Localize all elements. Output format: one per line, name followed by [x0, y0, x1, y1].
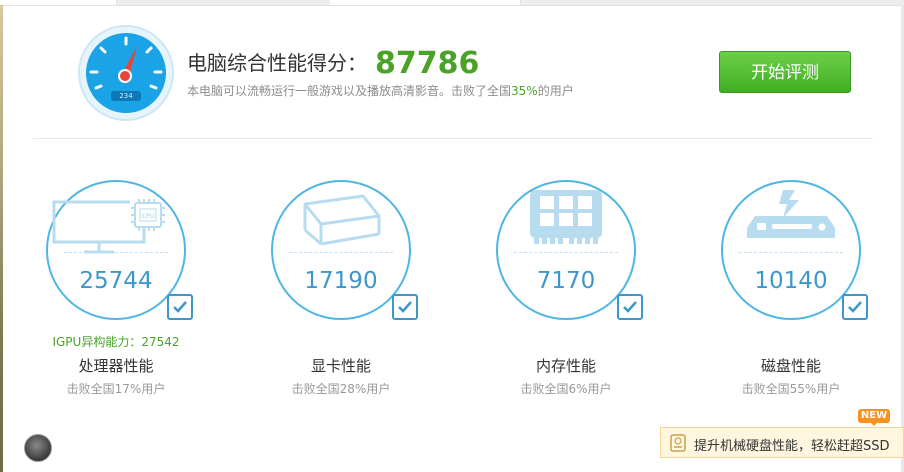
- desc-suffix: 的用户: [537, 84, 574, 98]
- memory-score-ring: 7170: [496, 180, 636, 320]
- gauge-readout: 234: [119, 92, 133, 100]
- memory-checked-checkbox[interactable]: [617, 294, 643, 320]
- total-score: 87786: [375, 46, 480, 81]
- igpu-score: IGPU异构能力：27542: [52, 335, 180, 349]
- checkmark-icon: [173, 301, 187, 313]
- gpu-score-ring: 17190: [271, 180, 411, 320]
- disk-performance-card: 10140 磁盘性能 击败全国55%用户: [701, 180, 881, 400]
- gpu-rank: 击败全国28%用户: [291, 382, 391, 396]
- memory-performance-card: 7170 内存性能 击败全国6%用户: [476, 180, 656, 400]
- cpu-rank: 击败全国17%用户: [66, 382, 166, 396]
- speedometer-icon: 234: [76, 24, 176, 122]
- svg-text:CPU: CPU: [142, 213, 154, 220]
- disk-rank: 击败全国55%用户: [741, 382, 841, 396]
- gpu-checked-checkbox[interactable]: [392, 294, 418, 320]
- start-benchmark-button[interactable]: 开始评测: [719, 51, 851, 93]
- ring-divider: [514, 252, 618, 253]
- new-badge: NEW: [858, 409, 890, 426]
- gpu-performance-card: 17190 显卡性能 击败全国28%用户: [251, 180, 431, 400]
- ring-divider: [64, 252, 168, 253]
- disk-score: 10140: [754, 268, 828, 294]
- score-heading: 电脑综合性能得分： 87786: [187, 46, 479, 81]
- cube-icon: [303, 194, 381, 246]
- score-title-label: 电脑综合性能得分：: [187, 51, 367, 75]
- gpu-score: 17190: [304, 268, 378, 294]
- ring-divider: [289, 252, 393, 253]
- disk-score-ring: 10140: [721, 180, 861, 320]
- left-window-edge: [0, 5, 3, 472]
- cpu-score: 25744: [79, 268, 153, 294]
- memory-chip-icon: [530, 190, 602, 244]
- gpu-label: 显卡性能: [310, 357, 371, 375]
- ssd-promo-link[interactable]: 提升机械硬盘性能，轻松赶超SSD: [660, 427, 904, 458]
- cpu-score-ring: CPU 25744: [46, 180, 186, 320]
- tab-segment: [330, 0, 521, 5]
- tab-segment: [0, 0, 117, 5]
- hard-disk-icon: [747, 190, 835, 238]
- desc-prefix: 本电脑可以流畅运行一般游戏以及播放高清影音。击败了全国: [187, 84, 512, 98]
- disk-checked-checkbox[interactable]: [842, 294, 868, 320]
- hard-drive-icon: [670, 434, 686, 452]
- cpu-performance-card: CPU 25744 IGPU异构能力：27542 处理器性能 击败全国17%用户: [26, 180, 206, 400]
- cpu-checked-checkbox[interactable]: [167, 294, 193, 320]
- window-top-strip: [0, 0, 904, 6]
- promo-text: 提升机械硬盘性能，轻松赶超SSD: [694, 439, 890, 454]
- memory-label: 内存性能: [535, 357, 596, 375]
- memory-score: 7170: [536, 268, 596, 294]
- monitor-cpu-icon: CPU: [52, 199, 165, 254]
- disk-label: 磁盘性能: [760, 357, 821, 375]
- checkmark-icon: [623, 301, 637, 313]
- memory-rank: 击败全国6%用户: [520, 382, 612, 396]
- cpu-label: 处理器性能: [78, 357, 154, 375]
- app-logo-icon[interactable]: [24, 434, 52, 462]
- header-divider: [33, 138, 873, 139]
- desc-percent: 35%: [511, 84, 538, 98]
- score-description: 本电脑可以流畅运行一般游戏以及播放高清影音。击败了全国35%的用户: [187, 82, 574, 99]
- checkmark-icon: [398, 301, 412, 313]
- checkmark-icon: [848, 301, 862, 313]
- ring-divider: [739, 252, 843, 253]
